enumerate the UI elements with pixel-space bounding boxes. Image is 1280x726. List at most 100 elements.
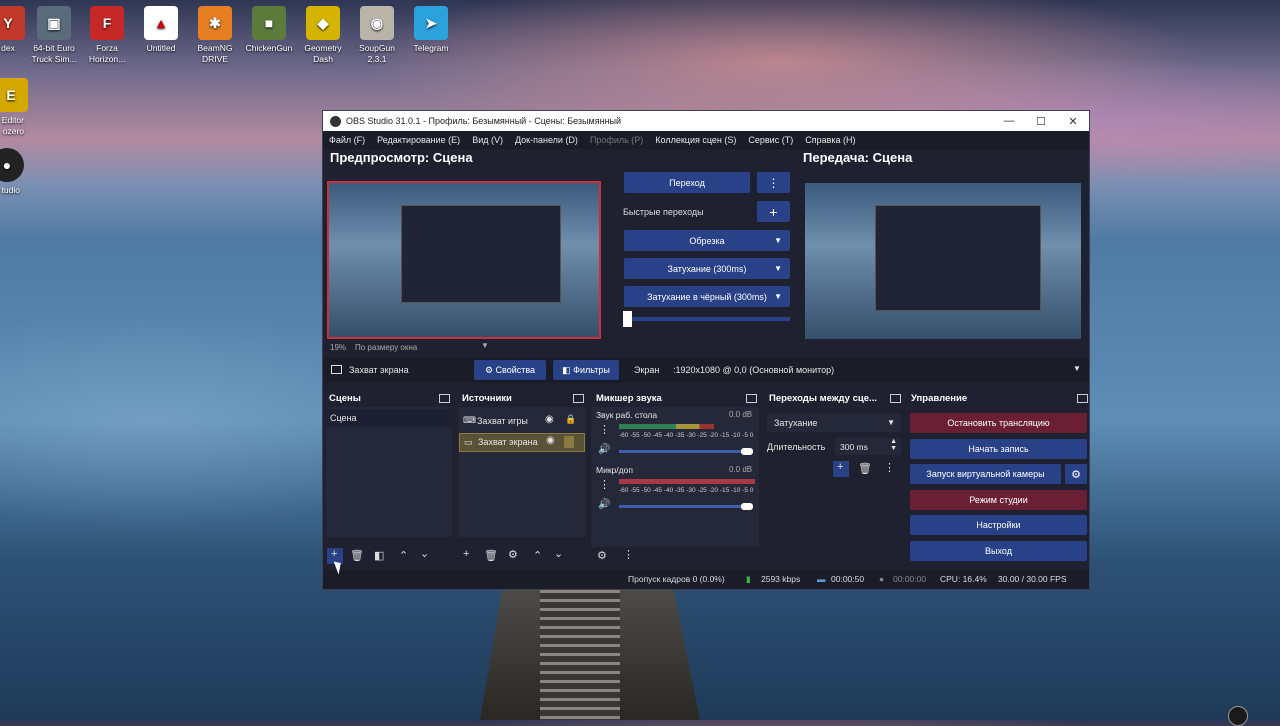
desktop-icon-soupgun[interactable]: ◉ SoupGun 2.3.1 <box>351 4 403 65</box>
studio-mode-button[interactable]: Режим студии <box>910 490 1087 510</box>
duration-input[interactable]: 300 ms ▲ ▼ <box>835 438 901 455</box>
menu-help[interactable]: Справка (H) <box>799 135 861 145</box>
menu-view[interactable]: Вид (V) <box>466 135 509 145</box>
wallpaper-pier <box>480 590 700 720</box>
up-icon[interactable]: ⌃ <box>533 549 542 562</box>
menu-edit[interactable]: Редактирование (E) <box>371 135 466 145</box>
selected-source-name: Захват экрана <box>349 365 409 375</box>
quick-transition-cut[interactable]: Обрезка ▼ <box>624 230 790 251</box>
screen-select[interactable]: :1920x1080 @ 0,0 (Основной монитор) <box>673 365 834 375</box>
desktop-icon-euro-truck[interactable]: ▣ 64-bit Euro Truck Sim... <box>28 4 80 65</box>
volume-slider-handle[interactable] <box>741 503 753 510</box>
mixer-settings-icon[interactable]: ⚙ <box>597 549 607 562</box>
program-obs-thumbnail <box>875 205 1041 311</box>
undock-icon[interactable] <box>746 394 757 403</box>
lock-icon[interactable]: 🔒 <box>565 414 576 425</box>
channel-name: Микр/доп <box>596 465 633 475</box>
undock-icon[interactable] <box>1077 394 1088 403</box>
volume-slider-handle[interactable] <box>741 448 753 455</box>
source-item-screen-capture[interactable]: ▭ Захват экрана ◉ <box>459 433 585 452</box>
tray-icon[interactable] <box>1228 706 1248 726</box>
menu-docks[interactable]: Док-панели (D) <box>509 135 584 145</box>
start-recording-button[interactable]: Начать запись <box>910 439 1087 459</box>
channel-menu-icon[interactable]: ⋮ <box>599 478 610 491</box>
channel-db: 0.0 dB <box>729 465 753 474</box>
volume-slider[interactable] <box>619 505 753 508</box>
desktop-icon-telegram[interactable]: ➤ Telegram <box>405 4 457 54</box>
source-item-game-capture[interactable]: ⌨ Захват игры ◉ 🔒 <box>459 412 585 430</box>
speaker-icon[interactable]: 🔊 <box>598 499 610 510</box>
trash-icon[interactable]: 🗑 <box>350 549 364 562</box>
stepper-icon[interactable]: ▲ ▼ <box>890 438 897 452</box>
desktop-icon-geometry-dash[interactable]: ◆ Geometry Dash <box>297 4 349 65</box>
volume-slider[interactable] <box>619 450 753 453</box>
chickengun-icon: ■ <box>252 6 286 40</box>
desktop-icon-chickengun[interactable]: ■ ChickenGun <box>243 4 295 54</box>
beamng-icon: ✱ <box>198 6 232 40</box>
tbar-track[interactable] <box>624 317 790 321</box>
transition-menu-icon[interactable]: ⋮ <box>757 172 790 193</box>
visibility-icon[interactable]: ◉ <box>545 414 554 425</box>
exit-button[interactable]: Выход <box>910 541 1087 561</box>
transition-button[interactable]: Переход <box>624 172 750 193</box>
quick-transition-fade[interactable]: Затухание (300ms) ▼ <box>624 258 790 279</box>
program-canvas <box>805 183 1081 339</box>
title-bar: OBS Studio 31.0.1 - Профиль: Безымянный … <box>323 111 1089 131</box>
virtual-camera-button[interactable]: Запуск виртуальной камеры <box>910 464 1061 484</box>
desktop-icon-forza[interactable]: F Forza Horizon... <box>81 4 133 65</box>
volume-meter <box>619 424 715 429</box>
menu-profile[interactable]: Профиль (P) <box>584 135 649 145</box>
undock-icon[interactable] <box>573 394 584 403</box>
transition-select[interactable]: Затухание ▼ <box>767 414 901 432</box>
settings-button[interactable]: Настройки <box>910 515 1087 535</box>
filters-button[interactable]: ◧ Фильтры <box>553 360 619 380</box>
desktop-icon-beamng[interactable]: ✱ BeamNG DRIVE <box>189 4 241 65</box>
transition-menu-icon[interactable]: ⋮ <box>884 461 895 474</box>
visibility-icon[interactable]: ◉ <box>546 435 555 446</box>
scene-item[interactable]: Сцена <box>326 409 452 427</box>
desktop-icon-untitled[interactable]: ▲ Untitled <box>135 4 187 54</box>
trash-icon[interactable]: 🗑 <box>858 462 872 475</box>
menu-tools[interactable]: Сервис (T) <box>742 135 799 145</box>
fit-mode[interactable]: По размеру окна <box>355 343 417 352</box>
lock-icon[interactable] <box>564 436 574 448</box>
fit-mode-chevron-icon[interactable]: ▼ <box>481 341 489 350</box>
preview-title: Предпросмотр: Сцена <box>330 150 473 165</box>
virtual-camera-gear-icon[interactable]: ⚙ <box>1065 464 1087 484</box>
record-icon: ● <box>879 574 885 584</box>
editor-icon: E <box>0 78 28 112</box>
menu-scene-collection[interactable]: Коллекция сцен (S) <box>649 135 742 145</box>
filter-icon[interactable]: ◧ <box>374 549 384 562</box>
channel-menu-icon[interactable]: ⋮ <box>599 423 610 436</box>
up-icon[interactable]: ⌃ <box>399 549 408 562</box>
trash-icon[interactable]: 🗑 <box>484 549 498 562</box>
down-icon[interactable]: ⌄ <box>554 547 563 560</box>
stop-stream-button[interactable]: Остановить трансляцию <box>910 413 1087 433</box>
speaker-icon[interactable]: 🔊 <box>598 444 610 455</box>
close-icon[interactable]: ✕ <box>1057 115 1089 128</box>
desktop-icon-studio[interactable]: ● tudio <box>0 146 24 196</box>
screen-label: Экран <box>634 365 660 375</box>
minimize-icon[interactable]: — <box>993 115 1025 128</box>
preview-canvas[interactable] <box>327 181 601 339</box>
desktop-icon-editor[interactable]: E Editor ozero <box>0 76 28 137</box>
down-icon[interactable]: ⌄ <box>420 547 429 560</box>
obs-logo-icon <box>330 115 341 127</box>
window-title: OBS Studio 31.0.1 - Профиль: Безымянный … <box>346 116 622 126</box>
maximize-icon[interactable]: ☐ <box>1025 115 1057 128</box>
stream-icon: ▬ <box>817 574 826 584</box>
tbar-handle[interactable] <box>623 311 632 327</box>
add-source-icon[interactable]: + <box>463 548 469 560</box>
filter-icon: ◧ <box>562 364 574 375</box>
screen-chevron-icon[interactable]: ▼ <box>1073 364 1081 373</box>
meter-scale: -60 -55 -50 -45 -40 -35 -30 -25 -20 -15 … <box>619 432 754 439</box>
gear-icon[interactable]: ⚙ <box>508 548 518 561</box>
quick-transition-fade-black[interactable]: Затухание в чёрный (300ms) ▼ <box>624 286 790 307</box>
add-quick-transition-icon[interactable]: + <box>757 201 790 222</box>
properties-button[interactable]: ⚙ Свойства <box>474 360 546 380</box>
undock-icon[interactable] <box>890 394 901 403</box>
mixer-menu-icon[interactable]: ⋮ <box>623 548 634 561</box>
undock-icon[interactable] <box>439 394 450 403</box>
menu-file[interactable]: Файл (F) <box>323 135 371 145</box>
telegram-icon: ➤ <box>414 6 448 40</box>
